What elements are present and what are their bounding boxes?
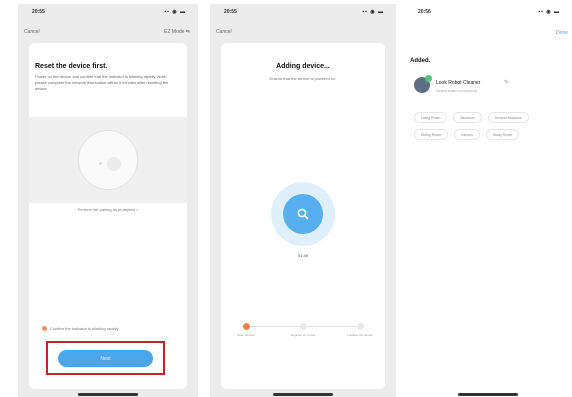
status-icons: ▪▪ ◉ ▬ [538,9,560,15]
done-button[interactable]: Done [556,30,568,36]
home-indicator [78,393,138,396]
step-label: Initialize the device [347,333,373,337]
step-scan: Scan devices [226,323,266,337]
room-chip[interactable]: Living Room [414,112,448,123]
device-name: Look Robot Cleaner [436,80,481,86]
status-time: 20:56 [418,9,431,15]
success-check-icon [425,75,432,82]
status-time: 20:55 [224,9,237,15]
step-register: Register on Cloud [283,323,323,337]
help-link[interactable]: Perform net pairing as prompted > [29,207,187,212]
home-indicator [458,393,518,396]
step-initialize: Initialize the device [340,323,380,337]
indicator-light [99,162,102,165]
search-icon [297,208,309,220]
page-title: Added. [410,58,431,64]
nav-bar: Cancel EZ Mode ⇆ [18,26,198,38]
instructions-text: Power on the device and confirm that the… [35,74,169,91]
device-status: Device added successfully [436,89,478,93]
check-icon[interactable] [42,326,47,331]
next-button[interactable]: Next [58,350,153,367]
status-icons: ▪▪ ◉ ▬ [362,9,384,15]
adding-device-screen: 20:55 ▪▪ ◉ ▬ Cancel Adding device... Ens… [210,4,396,397]
room-chip[interactable]: Dining Room [414,129,449,140]
device-row: Look Robot Cleaner ✎ Device added succes… [414,75,564,103]
device-button [107,157,121,171]
step-dot [299,323,307,330]
confirm-checkbox[interactable]: Confirm the indicator is blinking rapidl… [42,326,118,331]
room-chip[interactable]: Kitchen [454,129,480,140]
nav-bar: Cancel [210,26,396,38]
device-image [78,130,138,190]
page-title: Reset the device first. [35,63,108,70]
room-chips: Living Room Bedroom Second Bedroom Dinin… [414,112,564,140]
status-bar: 20:56 ▪▪ ◉ ▬ [404,4,572,18]
ez-mode-switch[interactable]: EZ Mode ⇆ [164,29,190,35]
step-label: Register on Cloud [290,333,315,337]
progress-steps: Scan devices Register on Cloud Initializ… [221,323,385,353]
status-bar: 20:55 ▪▪ ◉ ▬ [210,4,396,18]
content-card: Reset the device first. Power on the dev… [29,43,187,389]
status-time: 20:55 [32,9,45,15]
device-added-screen: 20:56 ▪▪ ◉ ▬ Done Added. Look Robot Clea… [404,4,572,397]
status-icons: ▪▪ ◉ ▬ [164,9,186,15]
confirm-label: Confirm the indicator is blinking rapidl… [50,326,119,331]
search-indicator [283,194,323,234]
status-bar: 20:55 ▪▪ ◉ ▬ [18,4,198,18]
page-subtitle: Ensure that the device is powered on. [269,76,337,81]
countdown-timer: 01:49 [297,253,308,258]
room-chip[interactable]: Bedroom [453,112,482,123]
device-illustration [29,117,187,203]
home-indicator [273,393,333,396]
cancel-button[interactable]: Cancel [24,29,40,35]
room-chip[interactable]: Study Room [485,129,520,140]
step-label: Scan devices [237,333,255,337]
room-chip[interactable]: Second Bedroom [487,112,529,123]
cancel-button[interactable]: Cancel [216,29,232,35]
edit-pencil-icon[interactable]: ✎ [504,79,509,86]
step-dot [356,323,364,330]
content-card: Adding device... Ensure that the device … [221,43,385,389]
reset-device-screen: 20:55 ▪▪ ◉ ▬ Cancel EZ Mode ⇆ Reset the … [18,4,198,397]
page-title: Adding device... [276,63,330,70]
highlight-box: Next [46,341,165,375]
step-dot [242,323,250,330]
